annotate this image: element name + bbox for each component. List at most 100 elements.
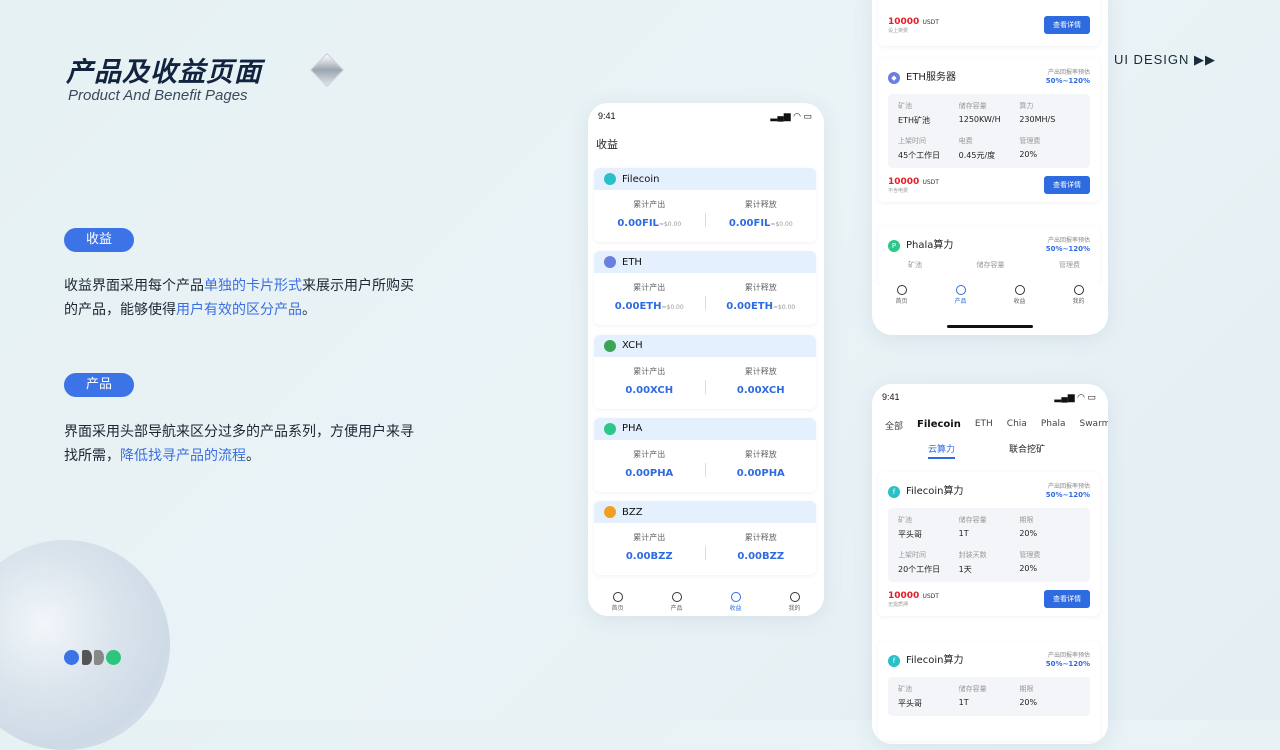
tab-icon xyxy=(789,592,800,602)
category-tab-1[interactable]: Filecoin xyxy=(910,419,968,432)
diamond-icon xyxy=(310,53,344,87)
sub-nav: 云算力 联合挖矿 xyxy=(872,432,1108,459)
tab-icon xyxy=(1014,285,1025,295)
sub-tab-cloud[interactable]: 云算力 xyxy=(928,442,956,459)
category-tab-3[interactable]: Chia xyxy=(1000,419,1034,432)
coin-name: ETH xyxy=(622,256,642,268)
tab-icon xyxy=(612,592,623,602)
tab-bar: 首页 产品 收益 我的 xyxy=(872,285,1108,309)
dot-blue xyxy=(64,650,79,665)
coin-name: XCH xyxy=(622,340,643,352)
home-indicator xyxy=(947,325,1033,328)
metric-label: 累计释放 xyxy=(744,200,777,209)
earning-card-pha[interactable]: PHA 累计产出 0.00PHA 累计释放 0.00PHA xyxy=(594,417,816,492)
pha-icon xyxy=(604,422,616,435)
xch-icon xyxy=(604,339,616,352)
card-header: BZZ xyxy=(594,501,816,524)
section-pill-income: 收益 xyxy=(64,228,134,252)
metric-value: 0.00ETH≈$0.00 xyxy=(726,301,796,313)
tab-1[interactable]: 产品 xyxy=(657,592,697,612)
card-header: ETH xyxy=(594,251,816,274)
tab-icon xyxy=(671,592,682,602)
tab-1[interactable]: 产品 xyxy=(941,285,981,305)
metric-value: 0.00FIL≈$0.00 xyxy=(728,218,793,229)
tab-icon xyxy=(730,592,741,602)
spec-cell: 上架时间 20个工作日 xyxy=(898,551,941,574)
spec-cell: 期限 20% xyxy=(1019,685,1038,707)
section-pill-product: 产品 xyxy=(64,373,134,397)
view-details-button[interactable]: 查看详情 xyxy=(1044,590,1090,608)
tab-icon xyxy=(955,285,966,295)
metric-value: 0.00BZZ xyxy=(737,551,785,563)
metric-value: 0.00XCH xyxy=(625,384,674,396)
spec-cell: 储存容量 1250KW/H xyxy=(958,102,1001,124)
metric-label: 累计释放 xyxy=(744,449,777,459)
product-card-pha: P Phala算力 产出回报率预估 50%~120% 矿池 储存容量 管理费 xyxy=(878,226,1100,286)
earning-card-filecoin[interactable]: Filecoin 累计产出 0.00FIL≈$0.00 累计释放 0.00FIL≈$0.… xyxy=(594,168,816,242)
phone-earnings: 9:41 ▂▄▆ ◠ ▭ 收益 Filecoin 累计产出 0.00FIL≈$0.00… xyxy=(588,103,824,616)
earnings-title: 收益 xyxy=(596,138,618,151)
filecoin-icon: f xyxy=(888,486,900,498)
coin-name: PHA xyxy=(622,423,643,435)
category-tab-2[interactable]: ETH xyxy=(968,419,1000,432)
tab-icon xyxy=(1073,285,1084,295)
product-card-filecoin-2: f Filecoin算力 产出回报率预估 50%~120% 矿池 平头哥 储存容量 1T 期… xyxy=(878,641,1100,741)
spec-cell: 期限 20% xyxy=(1019,516,1038,538)
status-bar: 9:41 ▂▄▆ ◠ ▭ xyxy=(598,111,812,121)
dot-grey xyxy=(94,650,104,665)
tab-3[interactable]: 我的 xyxy=(1059,285,1099,305)
dot-green xyxy=(106,650,121,665)
metric-label: 累计产出 xyxy=(633,200,666,209)
page-subtitle: Product And Benefit Pages xyxy=(68,87,248,104)
tab-2[interactable]: 收益 xyxy=(716,592,756,612)
coin-name: BZZ xyxy=(622,506,643,518)
metric-value: 0.00FIL≈$0.00 xyxy=(617,218,682,229)
view-details-button[interactable]: 查看详情 xyxy=(1044,176,1090,194)
eth-icon: ◆ xyxy=(888,72,900,84)
coin-name: Filecoin xyxy=(622,173,660,185)
tab-0[interactable]: 首页 xyxy=(598,592,638,612)
spec-cell: 矿池 ETH矿池 xyxy=(898,102,930,125)
card-header: Filecoin xyxy=(594,168,816,190)
filecoin-icon: f xyxy=(888,655,900,667)
spec-cell: 算力 230MH/S xyxy=(1019,102,1056,124)
earning-card-bzz[interactable]: BZZ 累计产出 0.00BZZ 累计释放 0.00BZZ xyxy=(594,501,816,576)
earning-card-xch[interactable]: XCH 累计产出 0.00XCH 累计释放 0.00XCH xyxy=(594,334,816,409)
metric-value: 0.00ETH≈$0.00 xyxy=(614,301,684,313)
metric-label: 累计产出 xyxy=(633,366,666,376)
view-details-button[interactable]: 查看详情 xyxy=(1044,16,1090,34)
spec-cell: 储存容量 1T xyxy=(958,685,987,707)
metric-value: 0.00BZZ xyxy=(625,551,673,563)
category-tab-0[interactable]: 全部 xyxy=(878,419,910,432)
metric-label: 累计产出 xyxy=(633,283,666,293)
spec-cell: 管理费 20% xyxy=(1019,551,1041,573)
product-description: 界面采用头部导航来区分过多的产品系列，方便用户来寻找所需，降低找寻产品的流程。 xyxy=(64,424,414,464)
category-tab-4[interactable]: Phala xyxy=(1034,419,1073,432)
ui-design-tag: UI DESIGN ▶▶ xyxy=(1113,52,1216,67)
metric-value: 0.00PHA xyxy=(736,467,785,479)
spec-cell: 管理费 20% xyxy=(1019,137,1041,159)
income-description: 收益界面采用每个产品单独的卡片形式来展示用户所购买的产品，能够使得用户有效的区分… xyxy=(64,278,414,318)
tab-2[interactable]: 收益 xyxy=(1000,285,1040,305)
tab-3[interactable]: 我的 xyxy=(775,592,815,612)
metric-label: 累计释放 xyxy=(744,283,777,293)
spec-cell: 矿池 平头哥 xyxy=(898,685,922,708)
product-card-top: 10000 USDT 设上架费 查看详情 xyxy=(878,0,1100,46)
dot-dark xyxy=(82,650,92,665)
category-tab-5[interactable]: Swarm xyxy=(1072,419,1108,432)
metric-value: 0.00XCH xyxy=(736,384,785,396)
metric-label: 累计产出 xyxy=(633,533,666,543)
metric-label: 累计释放 xyxy=(744,533,777,543)
product-card-eth: ◆ ETH服务器 产出回报率预估 50%~120% 矿池 ETH矿池 储存容量 1250K… xyxy=(878,58,1100,202)
earning-card-eth[interactable]: ETH 累计产出 0.00ETH≈$0.00 累计释放 0.00ETH≈$0.00 xyxy=(594,251,816,326)
phone-products-nav: 9:41 ▂▄▆ ◠ ▭ 全部 Filecoin ETH Chia Phala Swarm … xyxy=(872,384,1108,744)
page-title: 产品及收益页面 xyxy=(66,57,262,88)
tab-0[interactable]: 首页 xyxy=(882,285,922,305)
sub-tab-joint[interactable]: 联合挖矿 xyxy=(1009,442,1045,459)
filecoin-icon xyxy=(604,173,616,185)
eth-icon xyxy=(604,256,616,269)
card-header: PHA xyxy=(594,417,816,440)
spec-cell: 上架时间 45个工作日 xyxy=(898,137,941,160)
product-card-filecoin: f Filecoin算力 产出回报率预估 50%~120% 矿池 平头哥 储存容量 1T 期… xyxy=(878,472,1100,616)
metric-label: 累计释放 xyxy=(744,366,777,376)
